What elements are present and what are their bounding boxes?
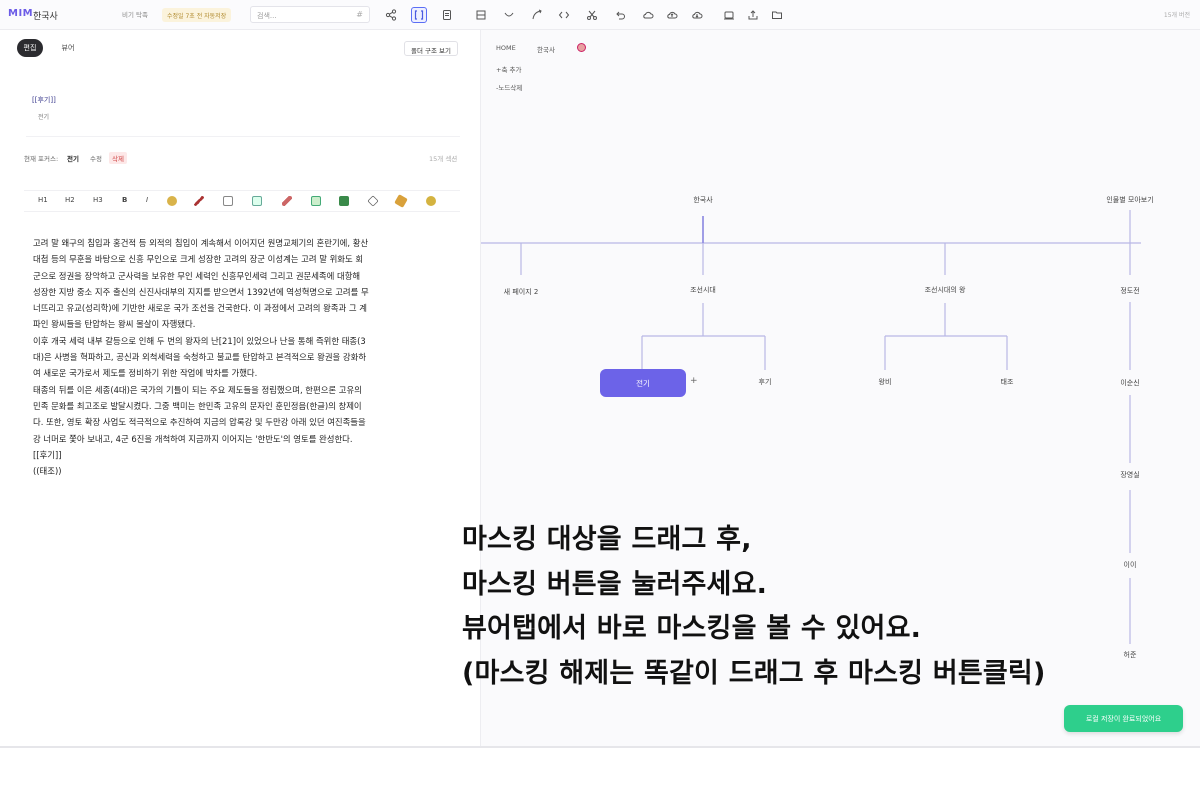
focus-row: 현재 포커스: 전기 수정 삭제 15개 섹션 <box>24 152 460 166</box>
editor-line: 태종의 뒤를 이은 세종(4대)은 국가의 기틀이 되는 주요 제도들을 정립했… <box>33 384 362 395</box>
tree-node[interactable]: 이순신 <box>1120 378 1139 388</box>
editor-line: 강 너머로 쫓아 보내고, 4군 6진을 개척하여 지금까지 이어지는 '한반도… <box>33 433 353 444</box>
folder-icon[interactable] <box>769 7 785 23</box>
tree-node-root[interactable]: 한국사 <box>693 195 712 205</box>
folder-view-button[interactable]: 폴더 구조 보기 <box>404 41 459 56</box>
cloud-upload-icon[interactable] <box>664 7 680 23</box>
tree-node[interactable]: 왕비 <box>879 377 892 387</box>
tree-node[interactable]: 태조 <box>1001 377 1014 387</box>
brackets-icon[interactable] <box>411 7 427 23</box>
hint-tag[interactable]: [[후기]] <box>32 95 56 105</box>
save-icon[interactable] <box>721 7 737 23</box>
tree-node[interactable]: 정도전 <box>1120 286 1139 296</box>
caption-line: 마스킹 버튼을 눌러주세요. <box>462 568 768 600</box>
tree-node[interactable]: 조선시대 <box>690 285 716 295</box>
save-toast: 로컬 저장이 완료되었어요 <box>1064 705 1183 732</box>
editor-line: ((태조)) <box>33 466 62 477</box>
tree-node-side-root[interactable]: 인물별 모아보기 <box>1106 195 1153 205</box>
heading3-button[interactable]: H3 <box>93 196 103 204</box>
table-icon[interactable] <box>311 196 321 206</box>
editor-line: 이후 개국 세력 내부 갈등으로 인해 두 번의 왕자의 난[21]이 있었으나… <box>33 335 366 346</box>
app-logo: MIM <box>8 8 34 19</box>
tree-node[interactable]: 후기 <box>759 377 772 387</box>
save-status-badge: 수정일 7초 전 자동저장 <box>162 8 232 22</box>
export-icon[interactable] <box>745 7 761 23</box>
bold-button[interactable]: B <box>122 196 127 204</box>
document-icon[interactable] <box>439 7 455 23</box>
bottom-margin <box>0 748 1200 800</box>
layout-icon[interactable] <box>473 7 489 23</box>
editor-pane: 편집 뷰어 폴더 구조 보기 [[후기]] 전기 현재 포커스: 전기 수정 삭… <box>0 30 480 746</box>
search-input[interactable]: 검색... # <box>250 6 370 23</box>
code-icon[interactable] <box>556 7 572 23</box>
editor-line: 대)은 사병을 혁파하고, 공신과 외척세력을 숙청하고 불교를 탄압하고 본격… <box>33 352 367 363</box>
tree-node-selected[interactable]: 전기 <box>600 369 686 397</box>
focus-edit-button[interactable]: 수정 <box>90 153 102 163</box>
focus-label: 현재 포커스: <box>24 155 59 163</box>
version-count[interactable]: 15개 버전 <box>1164 10 1190 19</box>
editor-line: 성장한 지방 중소 지주 출신의 신진사대부의 지지를 받으면서 1392년에 … <box>33 286 369 297</box>
editor-line: 민족 문화를 최고조로 발달시켰다. 그중 백미는 한민족 고유의 문자인 훈민… <box>33 400 362 411</box>
format-toolbar: H1 H2 H3 B I <box>24 190 460 212</box>
cloud-download-icon[interactable] <box>689 7 705 23</box>
tree-node[interactable]: 조선시대의 왕 <box>925 285 966 295</box>
caption-line: (마스킹 해제는 똑같이 드래그 후 마스킹 버튼클릭) <box>462 657 1046 689</box>
sheet-icon[interactable] <box>339 196 349 206</box>
link-hint-box: [[후기]] 전기 <box>26 87 460 137</box>
section-count: 15개 섹션 <box>429 155 458 163</box>
hint-sub: 전기 <box>38 114 50 121</box>
tab-viewer[interactable]: 뷰어 <box>55 39 81 57</box>
editor-body[interactable]: 고려 말 왜구의 침입과 홍건적 등 외적의 침입이 계속해서 이어지던 원명교… <box>33 235 453 479</box>
undo-icon[interactable] <box>612 7 628 23</box>
italic-button[interactable]: I <box>146 196 148 204</box>
privacy-toggle[interactable]: 비기 탁족 <box>122 9 148 19</box>
tree-node[interactable]: 새 페이지 2 <box>504 287 539 297</box>
editor-line: 파인 왕씨들을 탄압하는 왕씨 몰살이 자행됐다. <box>33 319 196 330</box>
tree-node[interactable]: 장영실 <box>1120 470 1139 480</box>
editor-line: 너뜨리고 유교(성리학)에 기반한 새로운 국가 조선을 건국한다. 이 과정에… <box>33 303 367 314</box>
arrow-curve-icon[interactable] <box>529 7 545 23</box>
note-icon[interactable] <box>223 196 233 206</box>
tab-edit[interactable]: 편집 <box>17 39 43 57</box>
caption-line: 마스킹 대상을 드래그 후, <box>462 524 752 555</box>
mask-icon[interactable] <box>426 196 436 206</box>
tag-icon[interactable] <box>367 195 379 207</box>
heading2-button[interactable]: H2 <box>65 196 75 204</box>
add-child-icon[interactable]: + <box>690 376 698 386</box>
editor-line: 여 새로운 국가로서 제도를 정비하기 위한 작업에 박차를 가했다. <box>33 368 258 379</box>
tutorial-caption: 마스킹 대상을 드래그 후, 마스킹 버튼을 눌러주세요. 뷰어탭에서 바로 마… <box>462 518 1045 696</box>
share-icon[interactable] <box>383 7 399 23</box>
caption-line: 뷰어탭에서 바로 마스킹을 볼 수 있어요. <box>462 613 922 644</box>
focus-delete-button[interactable]: 삭제 <box>109 152 127 164</box>
tree-node[interactable]: 허준 <box>1124 650 1137 660</box>
editor-line: 군으로 정권을 장악하고 군사력을 보유한 무인 세력인 신흥무인세력 그리고 … <box>33 270 361 281</box>
document-title[interactable]: 한국사 <box>33 9 58 22</box>
marker-icon[interactable] <box>394 194 408 208</box>
cut-icon[interactable] <box>584 7 600 23</box>
focus-current: 전기 <box>67 155 79 163</box>
editor-line: 다. 또한, 영토 확장 사업도 적극적으로 추진하여 지금의 압록강 및 두만… <box>33 417 366 428</box>
editor-line: [[후기]] <box>33 449 62 460</box>
highlight-icon[interactable] <box>167 196 177 206</box>
hash-icon: # <box>356 10 363 19</box>
heading1-button[interactable]: H1 <box>38 196 48 204</box>
editor-line: 대첩 등의 무훈을 바탕으로 신흥 무인으로 크게 성장한 고려의 장군 이성계… <box>33 254 364 265</box>
tree-node[interactable]: 이이 <box>1124 560 1137 570</box>
top-toolbar: MIM 한국사 비기 탁족 수정일 7초 전 자동저장 검색... # 15개 … <box>0 0 1200 30</box>
editor-line: 고려 말 왜구의 침입과 홍건적 등 외적의 침입이 계속해서 이어지던 원명교… <box>33 238 369 248</box>
image-icon[interactable] <box>252 196 262 206</box>
cloud-icon[interactable] <box>640 7 656 23</box>
eraser-icon[interactable] <box>282 196 292 206</box>
pen-icon[interactable] <box>194 196 204 206</box>
curve-icon[interactable] <box>501 7 517 23</box>
